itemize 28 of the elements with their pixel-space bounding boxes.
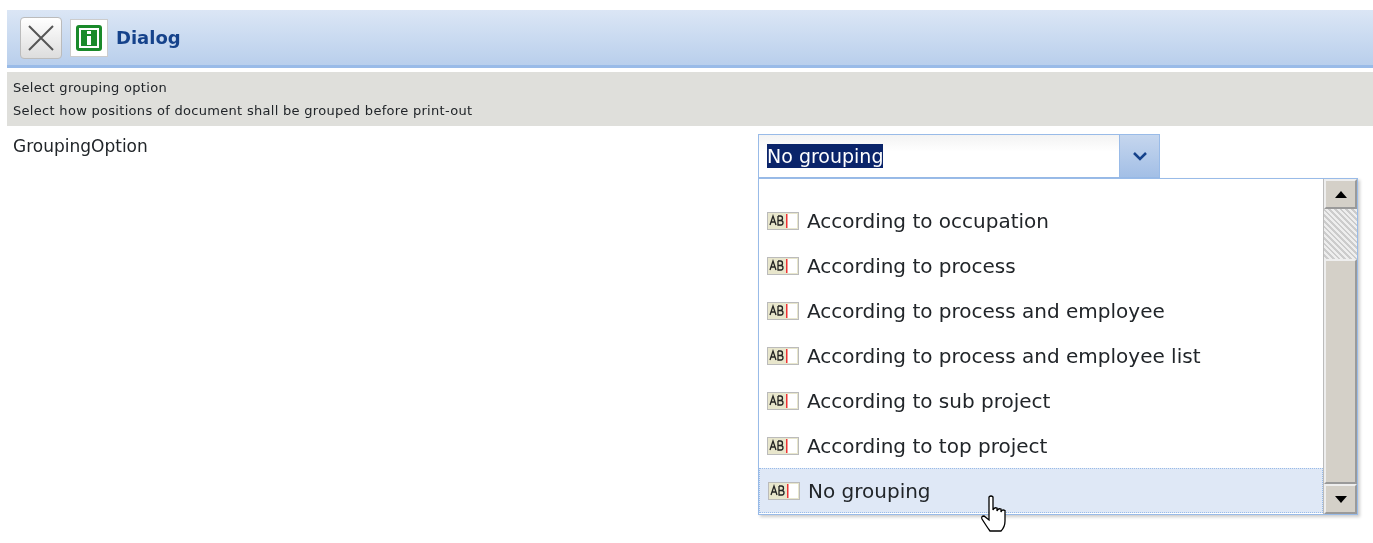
close-icon[interactable] (26, 22, 56, 53)
scroll-down-icon[interactable] (1334, 495, 1347, 503)
dropdown-field[interactable]: No grouping (758, 134, 1160, 178)
dropdown-option[interactable]: According to process and employee list (759, 333, 1323, 378)
info-heading: Select grouping option (13, 79, 168, 97)
text-field-icon (767, 346, 799, 365)
dropdown-option[interactable]: According to occupation (759, 198, 1323, 243)
field-label: GroupingOption (13, 135, 149, 158)
text-field-icon (767, 211, 799, 230)
text-field-icon (767, 391, 799, 410)
chevron-icon (1132, 151, 1147, 161)
dropdown-option[interactable]: According to process (759, 243, 1323, 288)
info-icon (70, 18, 108, 57)
text-field-icon (767, 436, 799, 455)
dropdown-option[interactable]: According to sub project (759, 378, 1323, 423)
text-field-icon (768, 481, 800, 500)
dropdown-option[interactable]: No grouping (759, 468, 1323, 513)
scrollbar-thumb[interactable] (1324, 259, 1357, 484)
scroll-up-icon[interactable] (1334, 190, 1347, 198)
dropdown-option[interactable]: According to process and employee (759, 288, 1323, 333)
info-description: Select how positions of document shall be grouped before print-out (13, 102, 474, 120)
text-field-icon (767, 301, 799, 320)
scrollbar[interactable] (1323, 179, 1357, 514)
dropdown-option[interactable]: According to top project (759, 423, 1323, 468)
close-button[interactable] (20, 16, 62, 59)
dropdown-trigger[interactable] (1119, 135, 1159, 177)
text-field-icon (767, 256, 799, 275)
window-title: Dialog (116, 26, 181, 50)
